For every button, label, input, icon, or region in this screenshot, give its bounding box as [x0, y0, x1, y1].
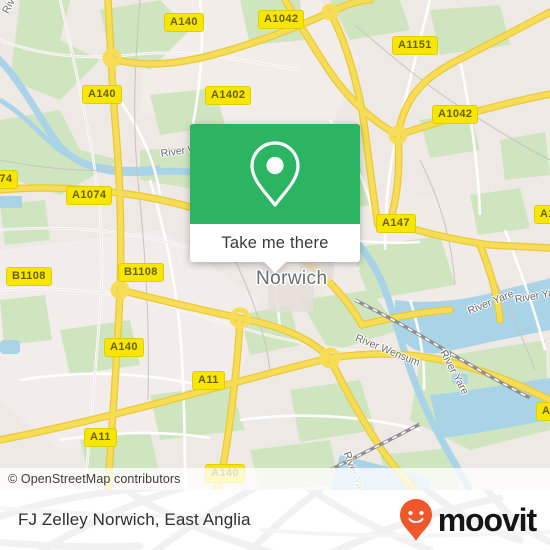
road-shield-a1402: A1402 [205, 86, 252, 105]
road-shield-a140: A140 [104, 338, 144, 357]
road-shield-a146: A146 [536, 402, 550, 421]
moovit-smiley-pin-icon [399, 499, 432, 541]
road-shield-a11: A11 [84, 428, 117, 447]
popup-pointer-tail [264, 262, 286, 273]
road-shield-a11: A11 [192, 371, 225, 390]
location-popup[interactable]: Take me there [190, 124, 360, 273]
road-shield-a1042: A1042 [258, 10, 305, 29]
moovit-wordmark: moovit [437, 502, 537, 538]
road-shield-a1042: A1042 [432, 105, 479, 124]
road-shield-a140: A140 [82, 85, 122, 104]
map-attribution: © OpenStreetMap contributors [0, 468, 550, 490]
road-shield-b1108: B1108 [118, 263, 164, 282]
popup-header [190, 124, 360, 224]
footer-bar: FJ Zelley Norwich, East Anglia moovit [0, 490, 550, 550]
road-shield-a1074: A1074 [0, 170, 19, 189]
attribution-text: © OpenStreetMap contributors [8, 472, 181, 486]
take-me-there-label: Take me there [221, 233, 329, 252]
road-shield-a1151: A1151 [392, 36, 438, 55]
map-pin-icon [250, 141, 300, 207]
road-shield-a147: A147 [376, 214, 416, 233]
road-shield-a140: A140 [164, 13, 204, 32]
moovit-logo[interactable]: moovit [398, 490, 537, 550]
take-me-there-button[interactable]: Take me there [190, 224, 360, 262]
road-shield-a1074: A1074 [66, 186, 113, 205]
road-shield-a11: A11 [534, 205, 550, 224]
road-shield-b1108: B1108 [6, 267, 52, 286]
map-screenshot: Norwich River Wensum River Wensum River … [0, 0, 550, 550]
location-title: FJ Zelley Norwich, East Anglia [18, 510, 251, 529]
